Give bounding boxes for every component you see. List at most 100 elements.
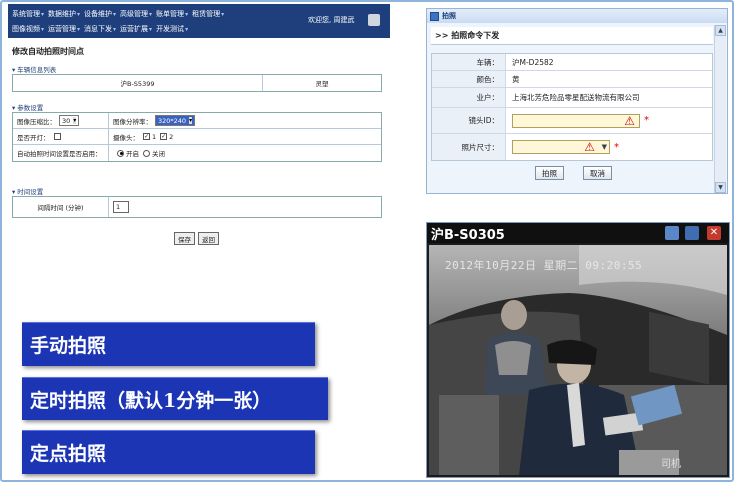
warning-icon: ⚠ (624, 113, 635, 128)
vehicle-plate: 沪B-S5399 (13, 75, 263, 91)
auto-on-radio[interactable] (117, 149, 124, 157)
vehicle-status: 灵塑 (315, 80, 329, 88)
cancel-button[interactable]: 取消 (583, 166, 612, 180)
camera-1-label: 1 (152, 132, 157, 141)
dialog-titlebar: 拍照 (427, 9, 727, 23)
compress-cell: 图像压缩比： 30 (13, 113, 109, 128)
warning-icon: ⚠ (584, 140, 595, 154)
menu-device[interactable]: 设备维护 (84, 9, 116, 19)
lens-cell: ⚠ * (506, 113, 649, 128)
camera-1-checkbox[interactable]: ✓ (143, 133, 150, 140)
menu-extension[interactable]: 运营扩展 (120, 24, 152, 34)
window-icon (430, 11, 439, 21)
vehicle-label: 车辆： (432, 54, 506, 70)
required-marker: * (644, 115, 649, 126)
interval-label: 间隔时间 (分钟) (13, 197, 109, 217)
fixed-point-photo-button[interactable]: 定点拍照 (22, 430, 315, 474)
command-header: >> 拍照命令下发 (431, 27, 713, 45)
camera-snapshot: 司机 (429, 245, 727, 475)
take-photo-button[interactable]: 拍照 (535, 166, 564, 180)
camera-label: 摄像头： (113, 133, 139, 142)
size-cell: ⚠ ▼ * (506, 140, 619, 154)
camera-cell: 摄像头： ✓ 1 ✓ 2 (109, 129, 381, 144)
required-marker: * (614, 141, 619, 153)
form-row: 照片尺寸： ⚠ ▼ * (432, 134, 712, 160)
compress-label: 图像压缩比： (17, 117, 56, 126)
camera-icon[interactable] (665, 226, 679, 240)
table-row: 沪B-S5399 灵塑 (13, 75, 381, 91)
interval-input[interactable]: 1 (113, 201, 129, 213)
page-title: 修改自动拍照时间点 (12, 47, 84, 56)
param-section-title: 参数设置 (12, 102, 43, 112)
time-table: 间隔时间 (分钟) 1 (12, 196, 382, 218)
lens-label: 镜头ID： (432, 108, 506, 133)
photo-form: 车辆： 沪M-D2582 颜色： 黄 业户： 上海北芳危险品零星配送物流有限公司… (431, 53, 713, 161)
scroll-up-icon[interactable]: ▲ (715, 25, 726, 36)
config-app: 系统管理 数据维护 设备维护 高级管理 账单管理 租赁管理 图像视频 运营管理 … (8, 4, 390, 256)
watermark-text: 司机 (661, 457, 681, 470)
compress-select[interactable]: 30 (59, 115, 80, 126)
auto-label: 自动拍照时间设置是否启用： (17, 150, 102, 158)
manual-photo-button[interactable]: 手动拍照 (22, 322, 315, 366)
print-icon[interactable] (368, 14, 380, 26)
dialog-title: 拍照 (442, 12, 456, 20)
camera-title: 沪B-S0305 (427, 223, 729, 243)
menu-row-2: 图像视频 运营管理 消息下发 运营扩展 开发测试 (12, 24, 188, 34)
camera-timestamp: 2012年10月22日 星期二 09:20:55 (445, 259, 643, 272)
color-value: 黄 (512, 74, 520, 84)
auto-off-radio[interactable] (143, 149, 150, 157)
menu-message[interactable]: 消息下发 (84, 24, 116, 34)
chevron-down-icon: ▼ (601, 143, 607, 151)
top-menu-bar: 系统管理 数据维护 设备维护 高级管理 账单管理 租赁管理 图像视频 运营管理 … (8, 4, 390, 38)
menu-advanced[interactable]: 高级管理 (120, 9, 152, 19)
menu-billing[interactable]: 账单管理 (156, 9, 188, 19)
light-cell: 是否开灯： (13, 129, 109, 144)
camera-2-label: 2 (169, 132, 174, 141)
vehicle-section-title: 车辆信息列表 (12, 64, 56, 74)
timed-photo-button[interactable]: 定时拍照（默认1分钟一张） (22, 377, 328, 420)
camera-2-checkbox[interactable]: ✓ (160, 133, 168, 140)
photo-dialog: 拍照 >> 拍照命令下发 车辆： 沪M-D2582 颜色： 黄 业户： 上海北芳… (426, 8, 728, 194)
time-section-title: 时间设置 (12, 186, 43, 196)
menu-data[interactable]: 数据维护 (48, 9, 80, 19)
menu-lease[interactable]: 租赁管理 (192, 9, 224, 19)
color-label: 颜色： (432, 71, 506, 87)
light-checkbox[interactable] (53, 133, 61, 140)
close-icon[interactable]: ✕ (707, 226, 721, 240)
auto-on-label: 开启 (126, 150, 139, 158)
back-button[interactable]: 返回 (198, 232, 219, 245)
photo-size-select[interactable]: ⚠ ▼ (512, 140, 610, 154)
form-row: 车辆： 沪M-D2582 (432, 54, 712, 71)
vehicle-value: 沪M-D2582 (512, 57, 554, 67)
dialog-scrollbar[interactable]: ▲ ▼ (714, 25, 726, 193)
table-row: 是否开灯： 摄像头： ✓ 1 ✓ 2 (13, 129, 381, 145)
size-label: 照片尺寸： (432, 134, 506, 160)
welcome-text: 欢迎您, 周建武 (308, 16, 355, 24)
owner-value: 上海北芳危险品零星配送物流有限公司 (512, 93, 640, 102)
menu-operation[interactable]: 运营管理 (48, 24, 80, 34)
form-row: 镜头ID： ⚠ * (432, 108, 712, 134)
interval-cell: 1 (109, 197, 381, 217)
save-button[interactable]: 保存 (174, 232, 195, 245)
resolution-cell: 图像分辨率： 320*240 (109, 113, 381, 128)
scroll-down-icon[interactable]: ▼ (715, 182, 726, 193)
auto-off-label: 关闭 (152, 150, 165, 158)
lens-id-input[interactable]: ⚠ (512, 113, 640, 128)
menu-system[interactable]: 系统管理 (12, 9, 44, 19)
auto-label-cell: 自动拍照时间设置是否启用： (13, 145, 109, 161)
menu-video[interactable]: 图像视频 (12, 24, 44, 34)
form-row: 业户： 上海北芳危险品零星配送物流有限公司 (432, 88, 712, 108)
resolution-label: 图像分辨率： (113, 117, 152, 126)
light-label: 是否开灯： (17, 133, 50, 142)
table-row: 自动拍照时间设置是否启用： 开启 关闭 (13, 145, 381, 161)
table-row: 图像压缩比： 30 图像分辨率： 320*240 (13, 113, 381, 129)
owner-label: 业户： (432, 88, 506, 107)
menu-row-1: 系统管理 数据维护 设备维护 高级管理 账单管理 租赁管理 (12, 9, 224, 19)
menu-dev-test[interactable]: 开发测试 (156, 24, 188, 34)
param-table: 图像压缩比： 30 图像分辨率： 320*240 是否开灯： 摄像头： ✓ 1 … (12, 112, 382, 162)
form-row: 颜色： 黄 (432, 71, 712, 88)
save-icon[interactable] (685, 226, 699, 240)
vehicle-table: 沪B-S5399 灵塑 (12, 74, 382, 92)
camera-window: 沪B-S0305 ✕ 司机 2012年10月22日 星期二 09:20:55 (426, 222, 730, 478)
resolution-select[interactable]: 320*240 (155, 115, 196, 126)
